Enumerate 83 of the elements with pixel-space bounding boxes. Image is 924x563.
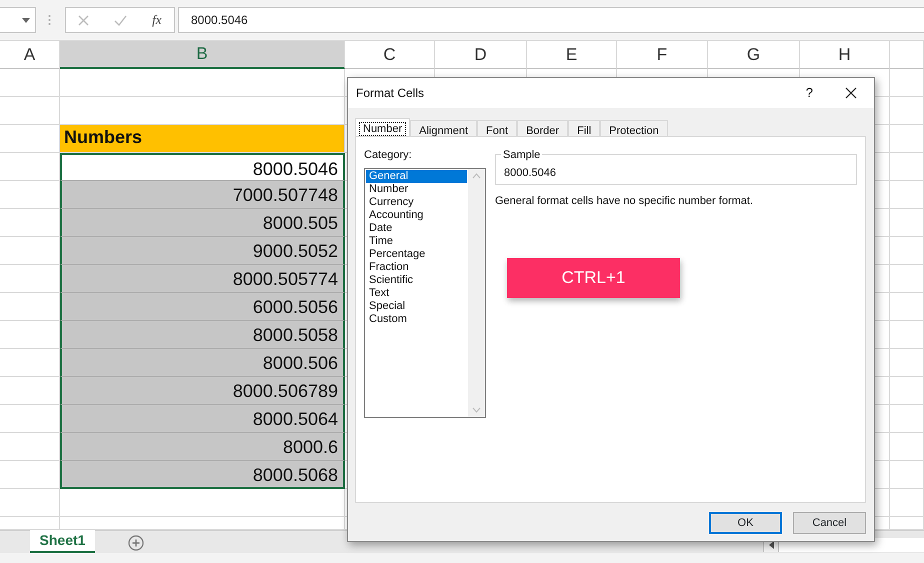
dialog-tab[interactable]: Font [477,120,518,136]
cancel-icon[interactable] [78,14,90,26]
grid-cell[interactable] [890,125,924,153]
grid-cell[interactable] [890,377,924,405]
category-item[interactable]: Percentage [366,248,467,260]
insert-function-button[interactable]: fx [152,10,162,30]
number-cell[interactable]: 8000.5064 [60,405,345,433]
dialog-tab[interactable]: Fill [568,120,600,136]
shortcut-label: CTRL+1 [507,258,680,298]
number-cell[interactable]: 9000.5052 [60,237,345,265]
column-header[interactable]: F [617,41,708,69]
category-item[interactable]: Accounting [366,208,467,222]
category-item[interactable]: Custom [366,312,467,326]
header-cell[interactable]: Numbers [60,125,345,153]
scroll-up-icon[interactable] [472,172,481,178]
sample-label: Sample [501,147,542,164]
dialog-title: Format Cells [356,85,424,102]
number-cell[interactable]: 8000.505 [60,209,345,237]
category-item[interactable]: Number [366,182,467,196]
column-header[interactable]: B [60,41,345,69]
column-header[interactable]: E [527,41,617,69]
number-cell[interactable]: 6000.5056 [60,293,345,321]
help-button[interactable]: ? [806,83,813,103]
dialog-tab[interactable]: Alignment [410,120,478,136]
column-header[interactable]: G [708,41,800,69]
number-cell[interactable]: 8000.5046 [60,153,345,181]
grid-cell[interactable] [0,69,60,97]
name-box[interactable] [0,7,36,33]
list-scrollbar[interactable] [468,168,485,416]
grid-cell[interactable] [890,461,924,489]
grid-cell[interactable] [890,237,924,265]
number-cell[interactable]: 8000.506 [60,349,345,377]
category-item[interactable]: Currency [366,196,467,208]
category-item[interactable]: Special [366,300,467,312]
dialog-tab[interactable]: Number [355,118,410,136]
number-cell[interactable]: 8000.5058 [60,321,345,349]
grid-cell[interactable] [0,97,60,125]
grid-cell[interactable] [890,349,924,377]
category-item[interactable]: Fraction [366,260,467,274]
check-icon[interactable] [114,14,128,26]
category-item[interactable]: Time [366,234,467,248]
number-cell[interactable]: 7000.507748 [60,181,345,209]
grid-cell[interactable] [890,321,924,349]
dialog-tab[interactable]: Protection [600,120,668,136]
category-item[interactable]: Scientific [366,274,467,286]
close-icon[interactable] [845,87,857,99]
category-item[interactable]: General [366,170,467,182]
sheet-tab[interactable]: Sheet1 [30,530,95,553]
number-cell[interactable]: 8000.5068 [60,461,345,489]
left-arrow-icon[interactable] [768,541,774,549]
category-item[interactable]: Date [366,222,467,234]
category-label: Category: [364,148,413,163]
dialog-button[interactable]: Cancel [793,512,866,534]
add-sheet-icon[interactable] [128,535,144,551]
scroll-down-icon[interactable] [472,406,481,412]
grid-cell[interactable] [890,433,924,461]
grid-cell[interactable] [60,69,345,97]
column-header[interactable]: H [800,41,890,69]
column-header[interactable]: A [0,41,60,69]
column-header[interactable] [890,41,924,69]
number-cell[interactable]: 8000.6 [60,433,345,461]
number-cell[interactable]: 8000.506789 [60,377,345,405]
grid-cell[interactable] [890,209,924,237]
grid-cell[interactable] [890,489,924,517]
dialog-tab[interactable]: Border [517,120,568,136]
number-cell[interactable]: 8000.505774 [60,265,345,293]
column-header[interactable]: C [345,41,435,69]
formula-field[interactable]: 8000.5046 [178,7,924,33]
grid-cell[interactable] [890,153,924,181]
grid-cell[interactable] [890,97,924,125]
dialog-button[interactable]: OK [709,512,782,534]
format-description: General format cells have no specific number format. [495,194,754,209]
grid-cell[interactable] [890,69,924,97]
column-header[interactable]: D [435,41,527,69]
grid-cell[interactable] [890,265,924,293]
grid-cell[interactable] [890,181,924,209]
grid-cell[interactable] [890,405,924,433]
grid-cell[interactable] [890,293,924,321]
grid-cell[interactable] [0,489,60,517]
grip-icon [48,14,51,26]
sample-value: 8000.5046 [504,167,556,179]
grid-cell[interactable] [60,489,345,517]
category-item[interactable]: Text [366,286,467,300]
